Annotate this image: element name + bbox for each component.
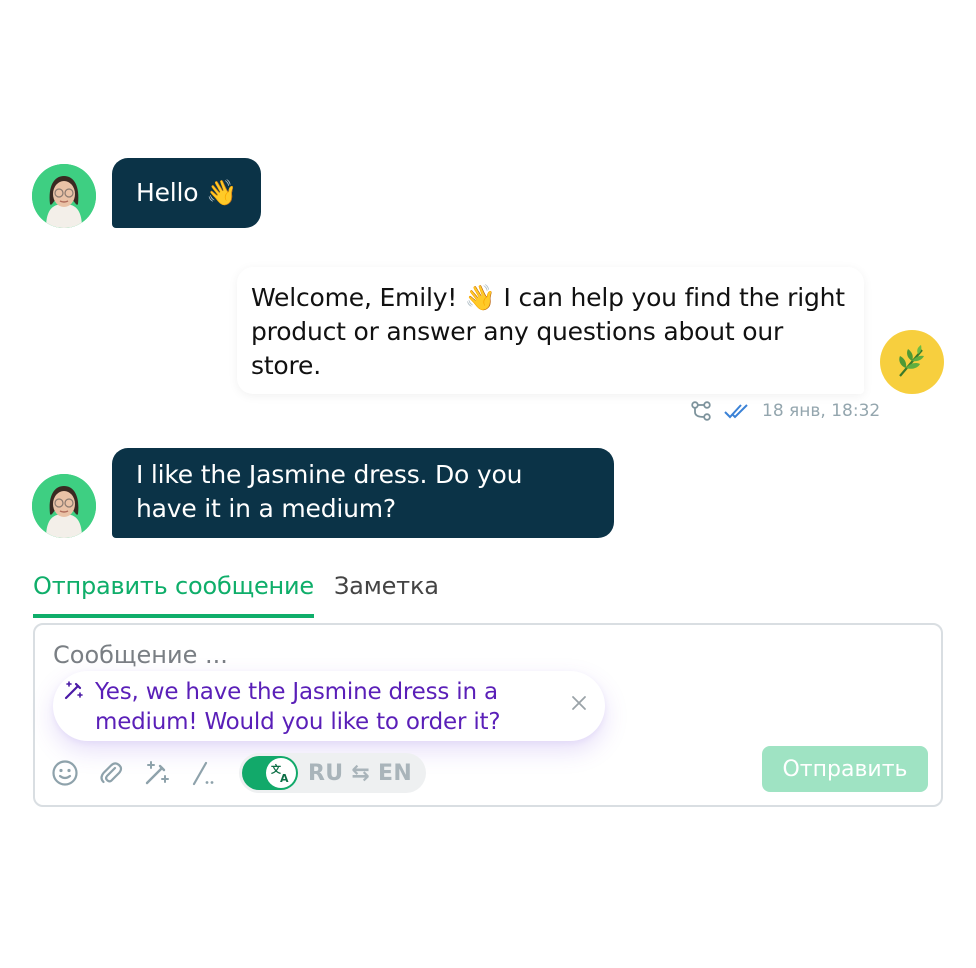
translate-toggle[interactable]: 文 A RU ⇆ EN — [239, 753, 427, 793]
message-text: I like the Jasmine dress. Do you have it… — [136, 460, 523, 523]
double-check-icon — [724, 404, 748, 419]
composer-toolbar: 文 A RU ⇆ EN — [51, 753, 427, 793]
ai-suggestion[interactable]: Yes, we have the Jasmine dress in a medi… — [53, 671, 605, 741]
language-pair: RU ⇆ EN — [308, 760, 413, 786]
message-meta: 18 янв, 18:32 — [690, 400, 880, 422]
send-button[interactable]: Отправить — [762, 746, 928, 792]
user-avatar-icon — [32, 164, 96, 228]
message-input[interactable]: Сообщение ... — [53, 641, 228, 669]
message-text: Welcome, Emily! 👋 I can help you find th… — [251, 283, 845, 380]
toggle-switch[interactable]: 文 A — [242, 756, 298, 790]
message-bubble-incoming: I like the Jasmine dress. Do you have it… — [112, 448, 614, 538]
message-bubble-incoming: Hello 👋 — [112, 158, 262, 228]
translate-icon: 文 A — [266, 758, 296, 788]
bot-avatar — [880, 330, 944, 394]
user-avatar — [32, 164, 96, 228]
emoji-icon[interactable] — [51, 759, 79, 787]
suggestion-text: Yes, we have the Jasmine dress in a medi… — [95, 679, 501, 735]
svg-text:A: A — [280, 772, 289, 784]
tab-send-message[interactable]: Отправить сообщение — [33, 572, 314, 618]
composer-tabs: Отправить сообщение Заметка — [33, 572, 439, 618]
message-composer: Сообщение ... Yes, we have the Jasmine d… — [33, 623, 943, 807]
flow-icon — [691, 401, 711, 421]
close-icon[interactable] — [571, 695, 587, 715]
leaf-icon — [899, 345, 924, 377]
user-avatar — [32, 474, 96, 538]
tab-note[interactable]: Заметка — [334, 572, 439, 618]
message-text: Hello 👋 — [136, 178, 238, 207]
attach-icon[interactable] — [97, 759, 125, 787]
user-avatar-icon — [32, 474, 96, 538]
slash-command-icon[interactable] — [189, 759, 217, 787]
ai-magic-icon — [63, 679, 85, 705]
ai-magic-icon[interactable] — [143, 759, 171, 787]
message-timestamp: 18 янв, 18:32 — [762, 401, 881, 421]
message-bubble-outgoing: Welcome, Emily! 👋 I can help you find th… — [237, 267, 864, 394]
